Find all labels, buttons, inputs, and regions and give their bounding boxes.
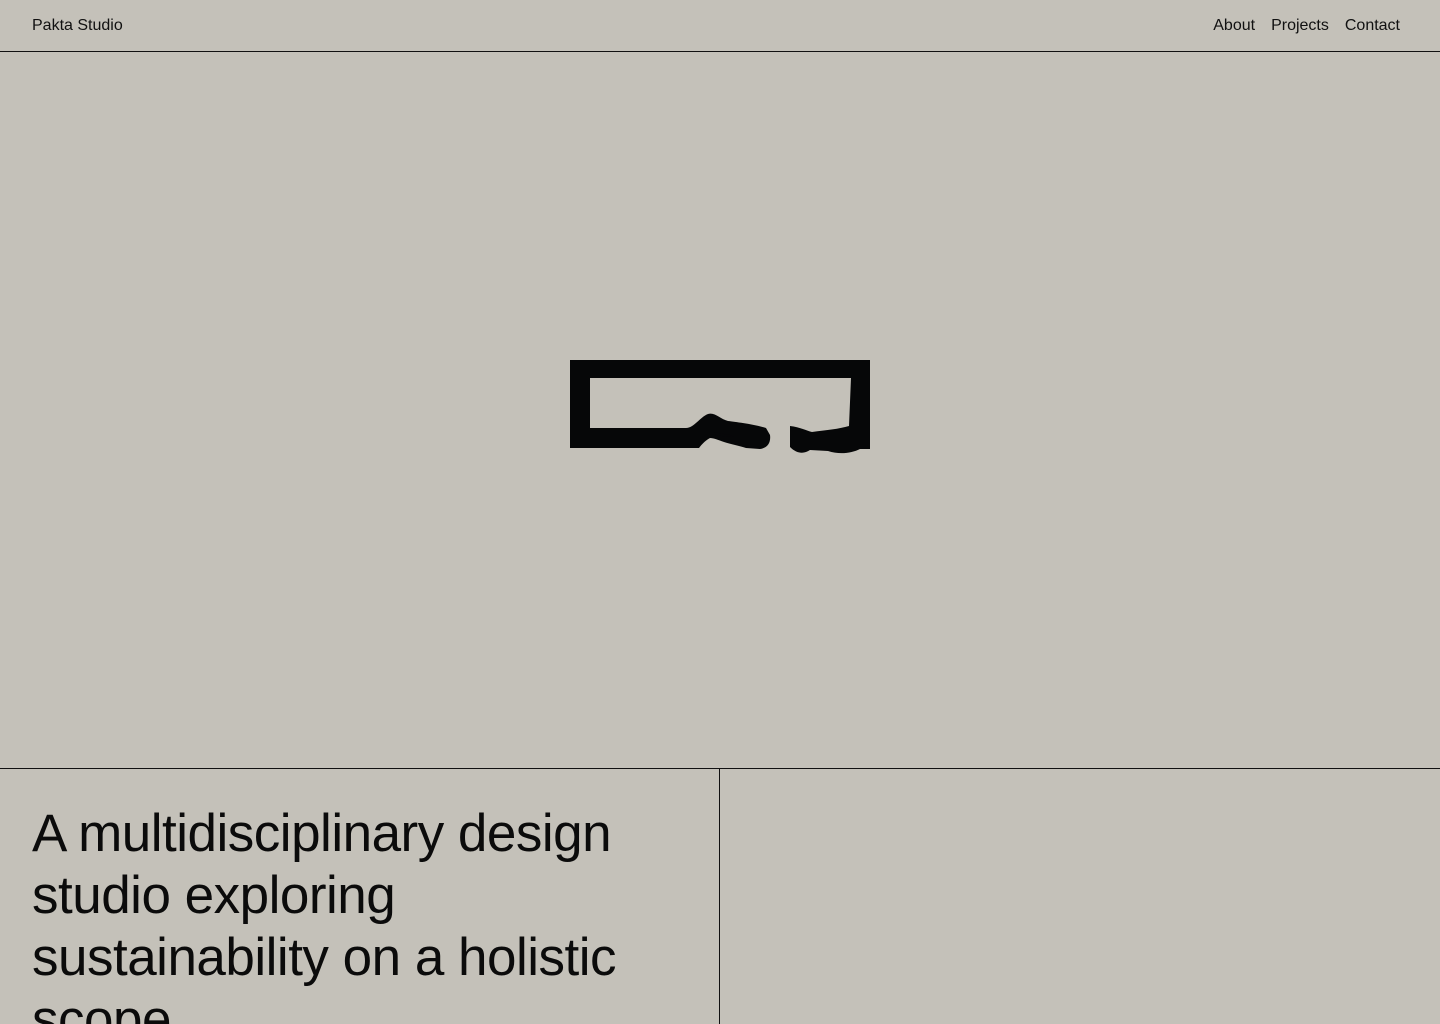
page: Pakta Studio About Projects Contact A mu… — [0, 0, 1440, 1024]
main-nav: About Projects Contact — [1213, 16, 1400, 36]
nav-about-link[interactable]: About — [1213, 16, 1255, 36]
hero-section — [0, 52, 1440, 769]
site-header: Pakta Studio About Projects Contact — [0, 0, 1440, 52]
intro-right-panel — [720, 769, 1440, 1024]
nav-projects-link[interactable]: Projects — [1271, 16, 1329, 36]
pakta-logo-icon — [570, 360, 870, 454]
brand-link[interactable]: Pakta Studio — [32, 16, 123, 36]
nav-contact-link[interactable]: Contact — [1345, 16, 1400, 36]
intro-panel: A multidisciplinary design studio explor… — [0, 769, 720, 1024]
intro-tagline: A multidisciplinary design studio explor… — [32, 804, 617, 1024]
